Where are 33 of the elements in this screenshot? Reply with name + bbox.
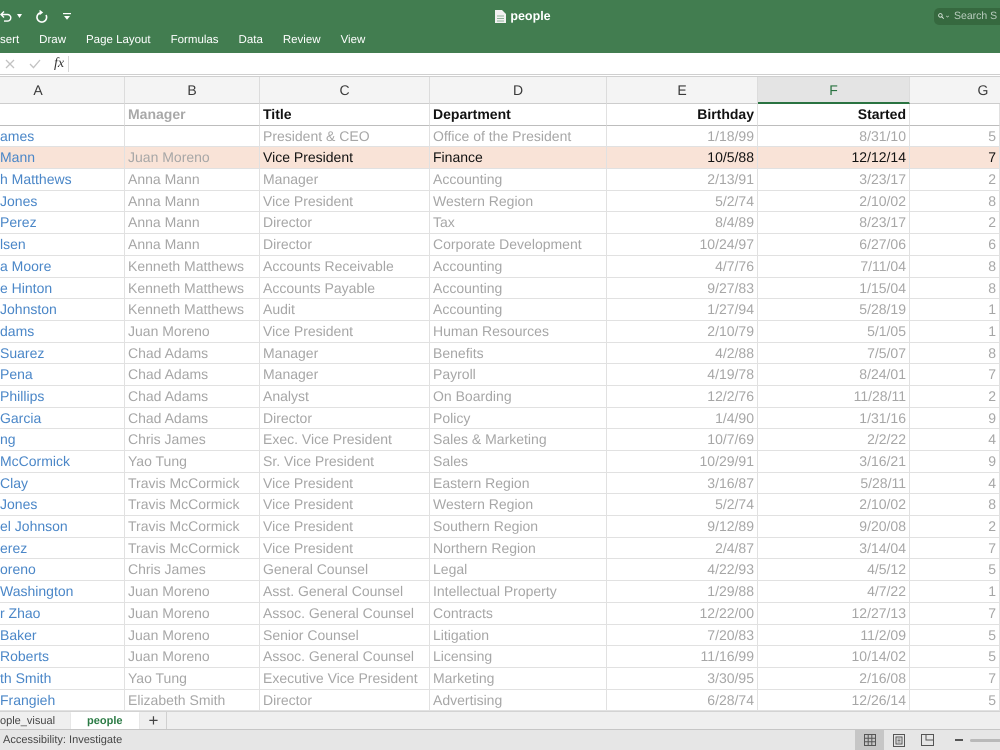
page-layout-icon xyxy=(892,734,904,747)
ribbon-tab[interactable]: sert xyxy=(0,32,20,48)
sheet-tab[interactable]: people xyxy=(71,712,138,730)
ribbon-tab[interactable]: View xyxy=(340,32,366,48)
accessibility-button[interactable]: Accessibility: Investigate xyxy=(0,734,122,746)
search-icon xyxy=(938,11,944,21)
page-break-icon xyxy=(921,734,934,746)
column-header[interactable]: C xyxy=(260,77,430,104)
ribbon-tab[interactable]: Data xyxy=(238,32,263,48)
redo-icon[interactable] xyxy=(35,10,48,22)
function-button[interactable]: fx xyxy=(50,56,68,72)
column-header[interactable]: E xyxy=(607,77,758,104)
caret-icon[interactable] xyxy=(17,14,22,18)
column-header[interactable]: B xyxy=(125,77,260,104)
ribbon-tab[interactable]: Draw xyxy=(39,32,66,48)
grid-icon xyxy=(864,734,876,746)
column-header[interactable]: A xyxy=(0,77,125,104)
view-button[interactable] xyxy=(855,730,884,750)
zoom-track[interactable] xyxy=(970,738,1000,742)
zoom-out-icon[interactable] xyxy=(955,739,963,742)
column-header[interactable]: F xyxy=(758,77,910,104)
dropdown-icon[interactable] xyxy=(63,12,71,20)
column-header[interactable]: G xyxy=(910,77,1000,104)
search-field[interactable]: Search S xyxy=(934,8,1000,24)
document-icon xyxy=(495,10,506,22)
ribbon-tab[interactable]: Page Layout xyxy=(86,32,151,48)
undo-icon[interactable] xyxy=(0,10,12,22)
ribbon-tab[interactable]: Review xyxy=(282,32,321,48)
caret-icon xyxy=(946,14,949,18)
ribbon-tab[interactable]: Formulas xyxy=(170,32,219,48)
column-header[interactable]: D xyxy=(430,77,607,104)
window-title: people xyxy=(510,9,551,23)
sheet-tab[interactable]: ople_visual xyxy=(0,712,72,730)
